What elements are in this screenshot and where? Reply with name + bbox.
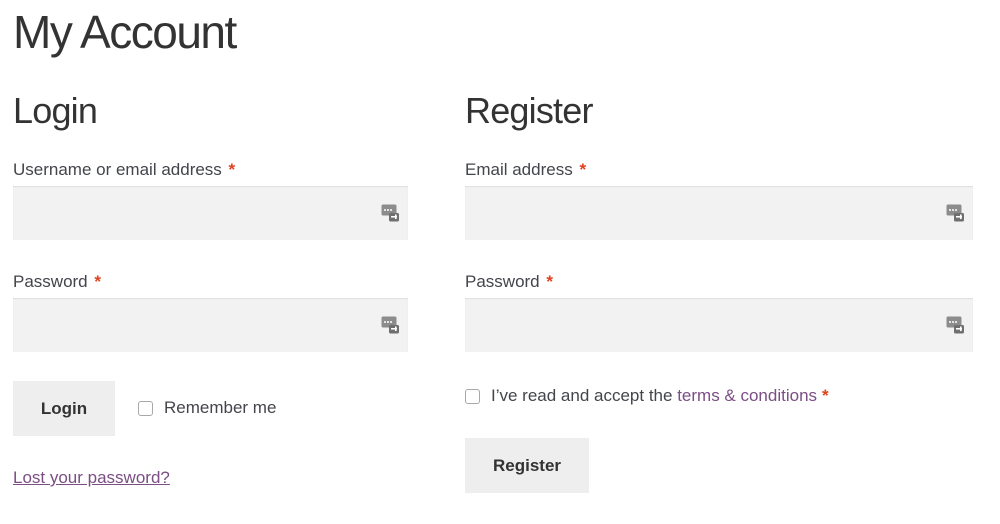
username-label: Username or email address * [13, 160, 235, 180]
terms-row[interactable]: I’ve read and accept the terms & conditi… [465, 386, 829, 406]
email-field[interactable] [465, 186, 973, 240]
page-title: My Account [13, 6, 237, 58]
terms-link[interactable]: terms & conditions [677, 386, 817, 406]
remember-me-checkbox[interactable] [138, 400, 153, 416]
login-heading: Login [13, 90, 98, 131]
required-asterisk: * [822, 386, 829, 405]
remember-me-label[interactable]: Remember me [164, 398, 276, 418]
required-asterisk: * [228, 160, 236, 179]
required-asterisk: * [546, 272, 553, 291]
password-manager-key-icon[interactable] [946, 316, 965, 334]
password-manager-key-icon[interactable] [381, 316, 400, 334]
email-input[interactable] [465, 186, 973, 240]
terms-prefix[interactable]: I’ve read and accept the [491, 386, 677, 406]
register-section: Register Email address * Password * I’ve… [465, 88, 973, 493]
username-label-text: Username or email address [13, 160, 222, 179]
username-field[interactable] [13, 186, 408, 240]
lost-password-link[interactable]: Lost your password? [13, 468, 170, 488]
login-password-field[interactable] [13, 298, 408, 352]
register-password-input[interactable] [465, 298, 973, 352]
email-label-text: Email address [465, 160, 573, 179]
required-asterisk: * [94, 272, 101, 291]
register-heading: Register [465, 90, 593, 131]
register-password-field[interactable] [465, 298, 973, 352]
login-button[interactable]: Login [13, 381, 115, 436]
password-manager-key-icon[interactable] [381, 204, 400, 222]
password-manager-key-icon[interactable] [946, 204, 965, 222]
login-password-label-text: Password [13, 272, 88, 291]
required-asterisk: * [579, 160, 587, 179]
register-password-label-text: Password [465, 272, 540, 291]
terms-checkbox[interactable] [465, 388, 480, 404]
register-password-label: Password * [465, 272, 553, 292]
login-section: Login Username or email address * Passwo… [13, 88, 408, 487]
login-password-input[interactable] [13, 298, 408, 352]
remember-me-row[interactable]: Remember me [138, 398, 276, 418]
email-label: Email address * [465, 160, 586, 180]
username-input[interactable] [13, 186, 408, 240]
register-button[interactable]: Register [465, 438, 589, 493]
login-password-label: Password * [13, 272, 101, 292]
